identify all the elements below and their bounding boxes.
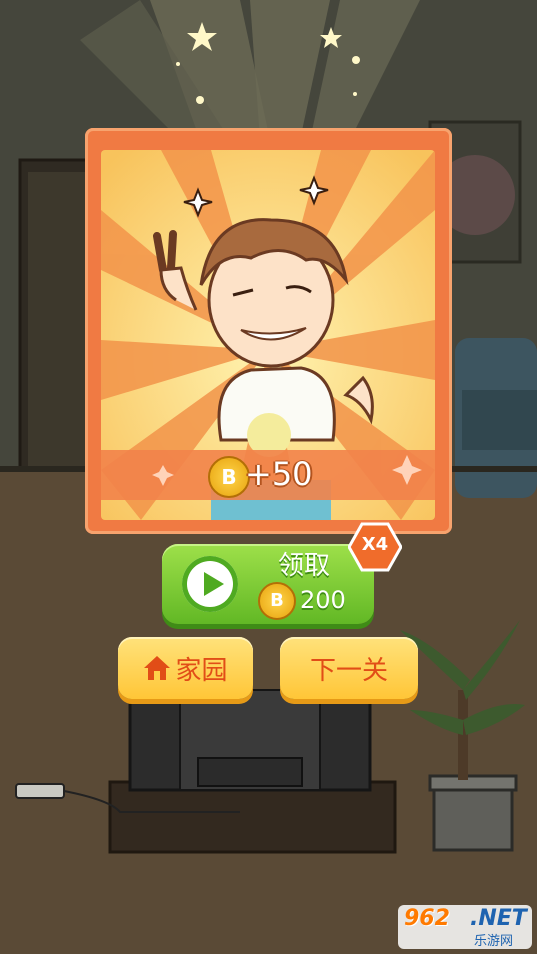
claim-coin-icon: B	[258, 582, 296, 620]
watermark-number: 962	[404, 906, 450, 931]
reward-coin-icon: B	[208, 456, 250, 498]
next-level-button[interactable]: 下一关	[280, 637, 418, 699]
play-video-icon	[182, 556, 238, 612]
multiplier-badge: X4	[347, 522, 403, 572]
home-label: 家园	[175, 655, 228, 686]
watermark-suffix: .NET	[470, 906, 527, 931]
reward-amount: +50	[245, 455, 313, 493]
home-icon	[143, 655, 171, 681]
home-button[interactable]: 家园	[118, 637, 253, 699]
claim-label: 领取	[278, 551, 331, 581]
next-level-label: 下一关	[309, 655, 388, 686]
watermark-subtitle: 乐游网	[474, 934, 514, 949]
claim-amount: 200	[300, 586, 346, 614]
